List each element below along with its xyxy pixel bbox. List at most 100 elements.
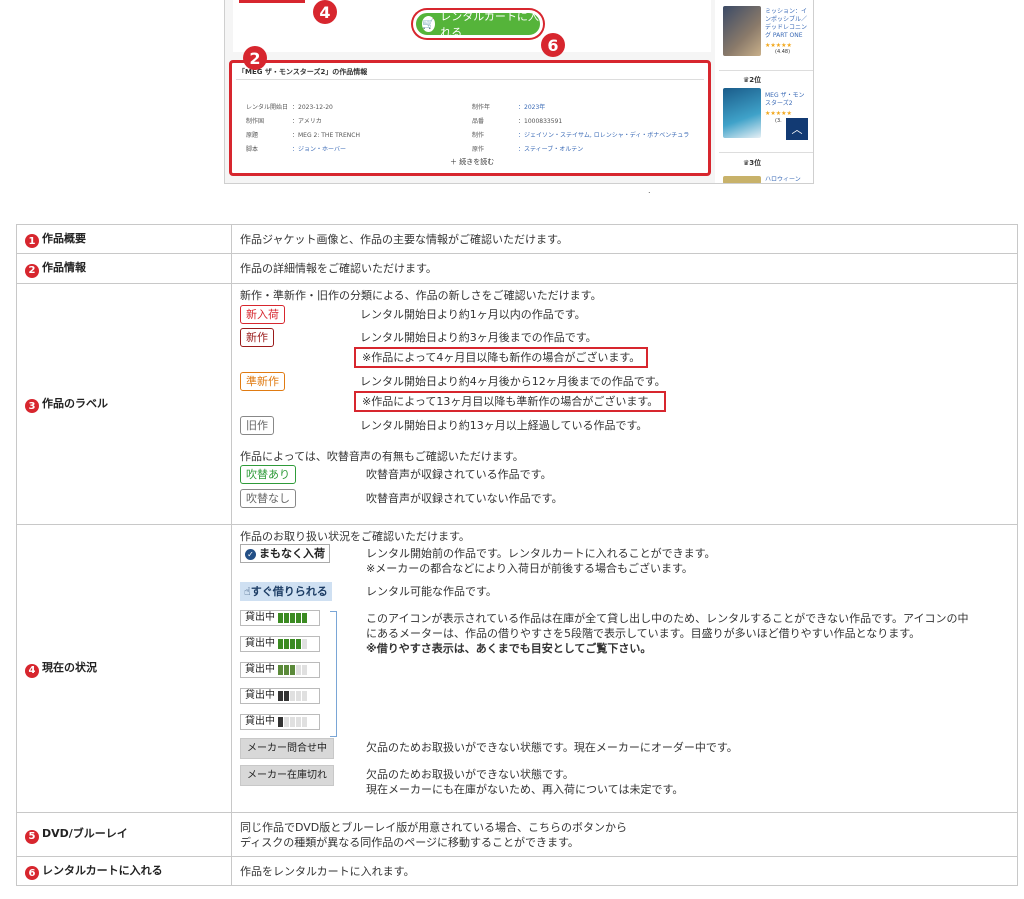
tag-new-release: 新作 — [240, 328, 274, 347]
availability-meter — [278, 612, 307, 623]
tag-new-arrival: 新入荷 — [240, 305, 285, 324]
rating-score: (3. — [775, 118, 782, 124]
divider — [236, 79, 704, 80]
rating-score: (4.48) — [775, 49, 791, 55]
meter-segment — [302, 612, 307, 623]
label-description: 新作・準新作・旧作の分類による、作品の新しさをご確認いただけます。 新入荷 レン… — [231, 283, 1018, 525]
divider — [719, 70, 813, 71]
lending-meter-badge: 貸出中 — [240, 609, 320, 626]
meter-segment — [302, 638, 307, 649]
callout-badge-6: 6 — [541, 33, 565, 57]
meter-segment — [284, 612, 289, 623]
rating-stars: ★★★★★ — [765, 110, 792, 117]
rank-label: ♛2位 — [743, 76, 762, 84]
lending-label: 貸出中 — [245, 664, 275, 675]
tag-semi-new: 準新作 — [240, 372, 285, 391]
jacket-thumbnail[interactable] — [723, 88, 761, 138]
note-highlight: ※作品によって4ヶ月目以降も新作の場合がございます。 — [354, 347, 649, 368]
meter-segment — [290, 716, 295, 727]
status-description: 作品のお取り扱い状況をご確認いただけます。 ✓ まもなく入荷 レンタル開始前の作品… — [231, 524, 1018, 813]
rental-cart-button[interactable]: 🛒 レンタルカートに入れる — [413, 10, 543, 39]
meter-segment — [278, 612, 283, 623]
meter-segment — [290, 664, 295, 675]
dub-intro: 作品によっては、吹替音声の有無もご確認いただけます。 — [240, 450, 524, 463]
cart-icon: 🛒 — [422, 16, 436, 32]
availability-meter — [278, 664, 307, 675]
meter-segment — [302, 690, 307, 701]
chevron-up-icon: ︿ — [791, 123, 803, 136]
tag-not-dubbed: 吹替なし — [240, 489, 296, 508]
meter-segment — [296, 612, 301, 623]
label-item: 準新作 レンタル開始日より約4ヶ月後から12ヶ月後までの作品です。 ※作品によって… — [240, 372, 1009, 412]
work-info-panel: 「MEG ザ・モンスターズ2」の作品情報 レンタル開始日 ：2023-12-20 制… — [229, 60, 711, 176]
ranking-item-title[interactable]: MEG ザ・モンスターズ2 — [765, 92, 809, 108]
table-row: 3 作品のラベル 新作・準新作・旧作の分類による、作品の新しさをご確認いただけます… — [16, 283, 1018, 525]
table-row: 6 レンタルカートに入れる 作品をレンタルカートに入れます。 — [16, 856, 1018, 886]
jacket-thumbnail[interactable] — [723, 6, 761, 56]
status-intro: 作品のお取り扱い状況をご確認いただけます。 — [240, 530, 470, 543]
meter-segment — [278, 716, 283, 727]
jacket-thumbnail[interactable] — [723, 176, 761, 183]
table-row: 4 現在の状況 作品のお取り扱い状況をご確認いただけます。 ✓ まもなく入荷 レンタ… — [16, 524, 1018, 813]
maker-out-of-stock-badge: メーカー在庫切れ — [240, 764, 334, 786]
lending-label: 貸出中 — [245, 638, 275, 649]
row-description: 同じ作品でDVD版とブルーレイ版が用意されている場合、こちらのボタンから ディスク… — [231, 812, 1018, 857]
callout-badge-2: 2 — [243, 46, 267, 70]
status-item: メーカー問合せ中 欠品のためお取扱いができない状態です。現在メーカーにオーダー中… — [240, 737, 1009, 759]
lending-meter-badge: 貸出中 — [240, 713, 320, 730]
info-row: 制作国 ：アメリカ 品番 ：1000833591 — [246, 117, 563, 125]
divider — [719, 152, 813, 153]
page-screenshot: 🛒 レンタルカートに入れる 4 6 「MEG ザ・モンスターズ2」の作品情報 レ… — [224, 0, 814, 184]
label-item: 旧作 レンタル開始日より約13ヶ月以上経過している作品です。 — [240, 416, 1009, 435]
coming-soon-badge: ✓ まもなく入荷 — [240, 544, 330, 563]
info-row: 原題 ：MEG 2: THE TRENCH 制作 ：ジェイソン・ステイサム, ロレンシ… — [246, 131, 690, 139]
note-highlight: ※作品によって13ヶ月目以降も準新作の場合がございます。 — [354, 391, 667, 412]
label-item: 新作 レンタル開始日より約3ヶ月後までの作品です。 ※作品によって4ヶ月目以降も新… — [240, 328, 1009, 368]
meter-segment — [296, 690, 301, 701]
status-item: メーカー在庫切れ 欠品のためお取扱いができない状態です。 現在メーカーにも在庫がな… — [240, 764, 1009, 797]
row-header: 6 レンタルカートに入れる — [16, 856, 232, 886]
lending-label: 貸出中 — [245, 690, 275, 701]
meter-segment — [290, 690, 295, 701]
meter-segment — [296, 638, 301, 649]
row-description: 作品ジャケット画像と、作品の主要な情報がご確認いただけます。 — [231, 224, 1018, 254]
info-rows: レンタル開始日 ：2023-12-20 制作年 ：2023年 制作国 ：アメリカ 品番 ：1… — [246, 99, 696, 155]
meter-segment — [284, 664, 289, 675]
main-area: 🛒 レンタルカートに入れる 4 6 「MEG ザ・モンスターズ2」の作品情報 レ… — [225, 0, 715, 183]
callout-badge-4: 4 — [313, 0, 337, 24]
label-item: 吹替なし 吹替音声が収録されていない作品です。 — [240, 489, 1009, 508]
available-badge: ☝すぐ借りられる — [240, 582, 332, 601]
row-description: 作品の詳細情報をご確認いただけます。 — [231, 253, 1018, 284]
hand-icon: ☝ — [244, 585, 251, 598]
row-header: 4 現在の状況 — [16, 524, 232, 813]
meter-segment — [296, 716, 301, 727]
meter-segment — [278, 690, 283, 701]
info-row: レンタル開始日 ：2023-12-20 制作年 ：2023年 — [246, 103, 546, 111]
ranking-item-title[interactable]: ハロウィーン — [765, 176, 809, 183]
dot-mark: . — [648, 186, 651, 195]
info-row: 脚本 ：ジョン・ホーバー 原作 ：スティーブ・オルテン — [246, 145, 584, 153]
help-table: 1 作品概要 作品ジャケット画像と、作品の主要な情報がご確認いただけます。 2 作品… — [16, 224, 1018, 886]
bracket — [330, 611, 337, 737]
meter-segment — [278, 638, 283, 649]
label-item: 吹替あり 吹替音声が収録されている作品です。 — [240, 465, 1009, 484]
tag-old: 旧作 — [240, 416, 274, 435]
ranking-item-title[interactable]: ミッション：インポッシブル／デッドレコニング PART ONE — [765, 8, 809, 40]
meter-segment — [284, 716, 289, 727]
rating-stars: ★★★★★ — [765, 42, 792, 49]
meter-segment — [290, 638, 295, 649]
meter-segment — [284, 638, 289, 649]
read-more-link[interactable]: ＋ 続きを読む — [450, 157, 494, 167]
lending-meter-list: 貸出中 貸出中 貸出中 貸出中 貸出中 — [240, 609, 366, 734]
row-description: 作品をレンタルカートに入れます。 — [231, 856, 1018, 886]
lending-meter-badge: 貸出中 — [240, 687, 320, 704]
lending-meter-badge: 貸出中 — [240, 661, 320, 678]
scroll-top-button[interactable]: ︿ — [786, 118, 808, 140]
lending-meter-badge: 貸出中 — [240, 635, 320, 652]
row-header: 5 DVD/ブルーレイ — [16, 812, 232, 857]
meter-segment — [284, 690, 289, 701]
cart-button-label: レンタルカートに入れる — [440, 10, 539, 39]
table-row: 5 DVD/ブルーレイ 同じ作品でDVD版とブルーレイ版が用意されている場合、こち… — [16, 812, 1018, 857]
lending-label: 貸出中 — [245, 612, 275, 623]
row-header: 2 作品情報 — [16, 253, 232, 284]
